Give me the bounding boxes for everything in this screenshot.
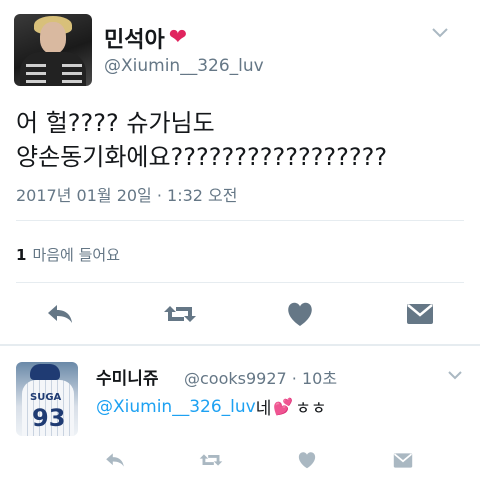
tweet-text: 어 헐???? 슈가님도 양손동기화에요????????????????? — [16, 106, 466, 174]
reply-message-button[interactable] — [388, 448, 418, 472]
message-icon — [407, 304, 433, 324]
avatar-jersey-number: 93 — [32, 404, 66, 432]
likes-summary[interactable]: 1 마음에 들어요 — [16, 244, 120, 265]
tweet-separator — [0, 344, 480, 346]
reply-mention-link[interactable]: @Xiumin__326_luv — [96, 397, 256, 417]
chevron-down-icon[interactable] — [432, 26, 448, 42]
reply-reply-button[interactable] — [100, 448, 130, 472]
like-icon — [288, 302, 312, 326]
tweet-text-line-2: 양손동기화에요????????????????? — [16, 143, 388, 171]
reply-text-part: ㅎㅎ — [295, 399, 327, 419]
reply-icon — [106, 453, 124, 467]
reply-icon — [48, 305, 72, 323]
message-button[interactable] — [400, 298, 440, 330]
reply-text: @Xiumin__326_luv 네 💕 ㅎㅎ — [96, 394, 327, 420]
divider — [16, 282, 464, 283]
like-button[interactable] — [280, 298, 320, 330]
reply-retweet-button[interactable] — [196, 448, 226, 472]
author-name[interactable]: 민석아 ❤ — [104, 22, 187, 54]
like-icon — [298, 452, 316, 469]
reply-button[interactable] — [40, 298, 80, 330]
heart-emoji-icon: ❤ — [168, 25, 188, 50]
reply-author-avatar[interactable]: SUGA 93 — [16, 362, 78, 436]
author-avatar[interactable] — [14, 14, 92, 86]
chevron-down-icon[interactable] — [448, 368, 462, 384]
two-hearts-emoji-icon: 💕 — [273, 397, 294, 416]
retweet-icon — [199, 454, 223, 466]
retweet-icon — [164, 306, 196, 322]
tweet-text-line-1: 어 헐???? 슈가님도 — [16, 109, 215, 137]
message-icon — [393, 452, 413, 468]
author-handle[interactable]: @Xiumin__326_luv — [104, 56, 264, 76]
tweet-timestamp[interactable]: 2017년 01월 20일 · 1:32 오전 — [16, 182, 237, 206]
retweet-button[interactable] — [160, 298, 200, 330]
divider — [16, 220, 464, 221]
likes-label: 마음에 들어요 — [32, 246, 121, 264]
reply-like-button[interactable] — [292, 448, 322, 472]
likes-count: 1 — [16, 246, 27, 264]
avatar-jersey-name: SUGA — [30, 392, 62, 403]
reply-author-handle[interactable]: @cooks9927 · 10초 — [184, 365, 337, 389]
reply-text-part: 네 — [255, 399, 272, 419]
author-display-name: 민석아 — [104, 28, 165, 53]
reply-author-name[interactable]: 수미니쥬 — [96, 364, 159, 389]
